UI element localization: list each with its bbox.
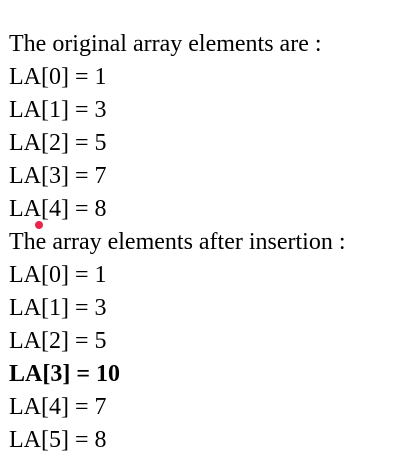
after-insertion-heading: The array elements after insertion : xyxy=(9,229,346,255)
after-element-4: LA[4] = 7 xyxy=(9,394,107,420)
original-element-3: LA[3] = 7 xyxy=(9,163,107,189)
original-element-4: LA[4] = 8 xyxy=(9,196,107,222)
original-element-2: LA[2] = 5 xyxy=(9,130,107,156)
after-element-0: LA[0] = 1 xyxy=(9,262,107,288)
after-element-2: LA[2] = 5 xyxy=(9,328,107,354)
inserted-element: LA[3] = 10 xyxy=(9,361,120,387)
mouse-cursor-dot xyxy=(35,221,43,229)
console-output: The original array elements are : LA[0] … xyxy=(9,28,346,457)
after-element-5: LA[5] = 8 xyxy=(9,427,107,453)
original-element-0: LA[0] = 1 xyxy=(9,64,107,90)
original-element-1: LA[1] = 3 xyxy=(9,97,107,123)
after-element-1: LA[1] = 3 xyxy=(9,295,107,321)
original-array-heading: The original array elements are : xyxy=(9,31,322,57)
